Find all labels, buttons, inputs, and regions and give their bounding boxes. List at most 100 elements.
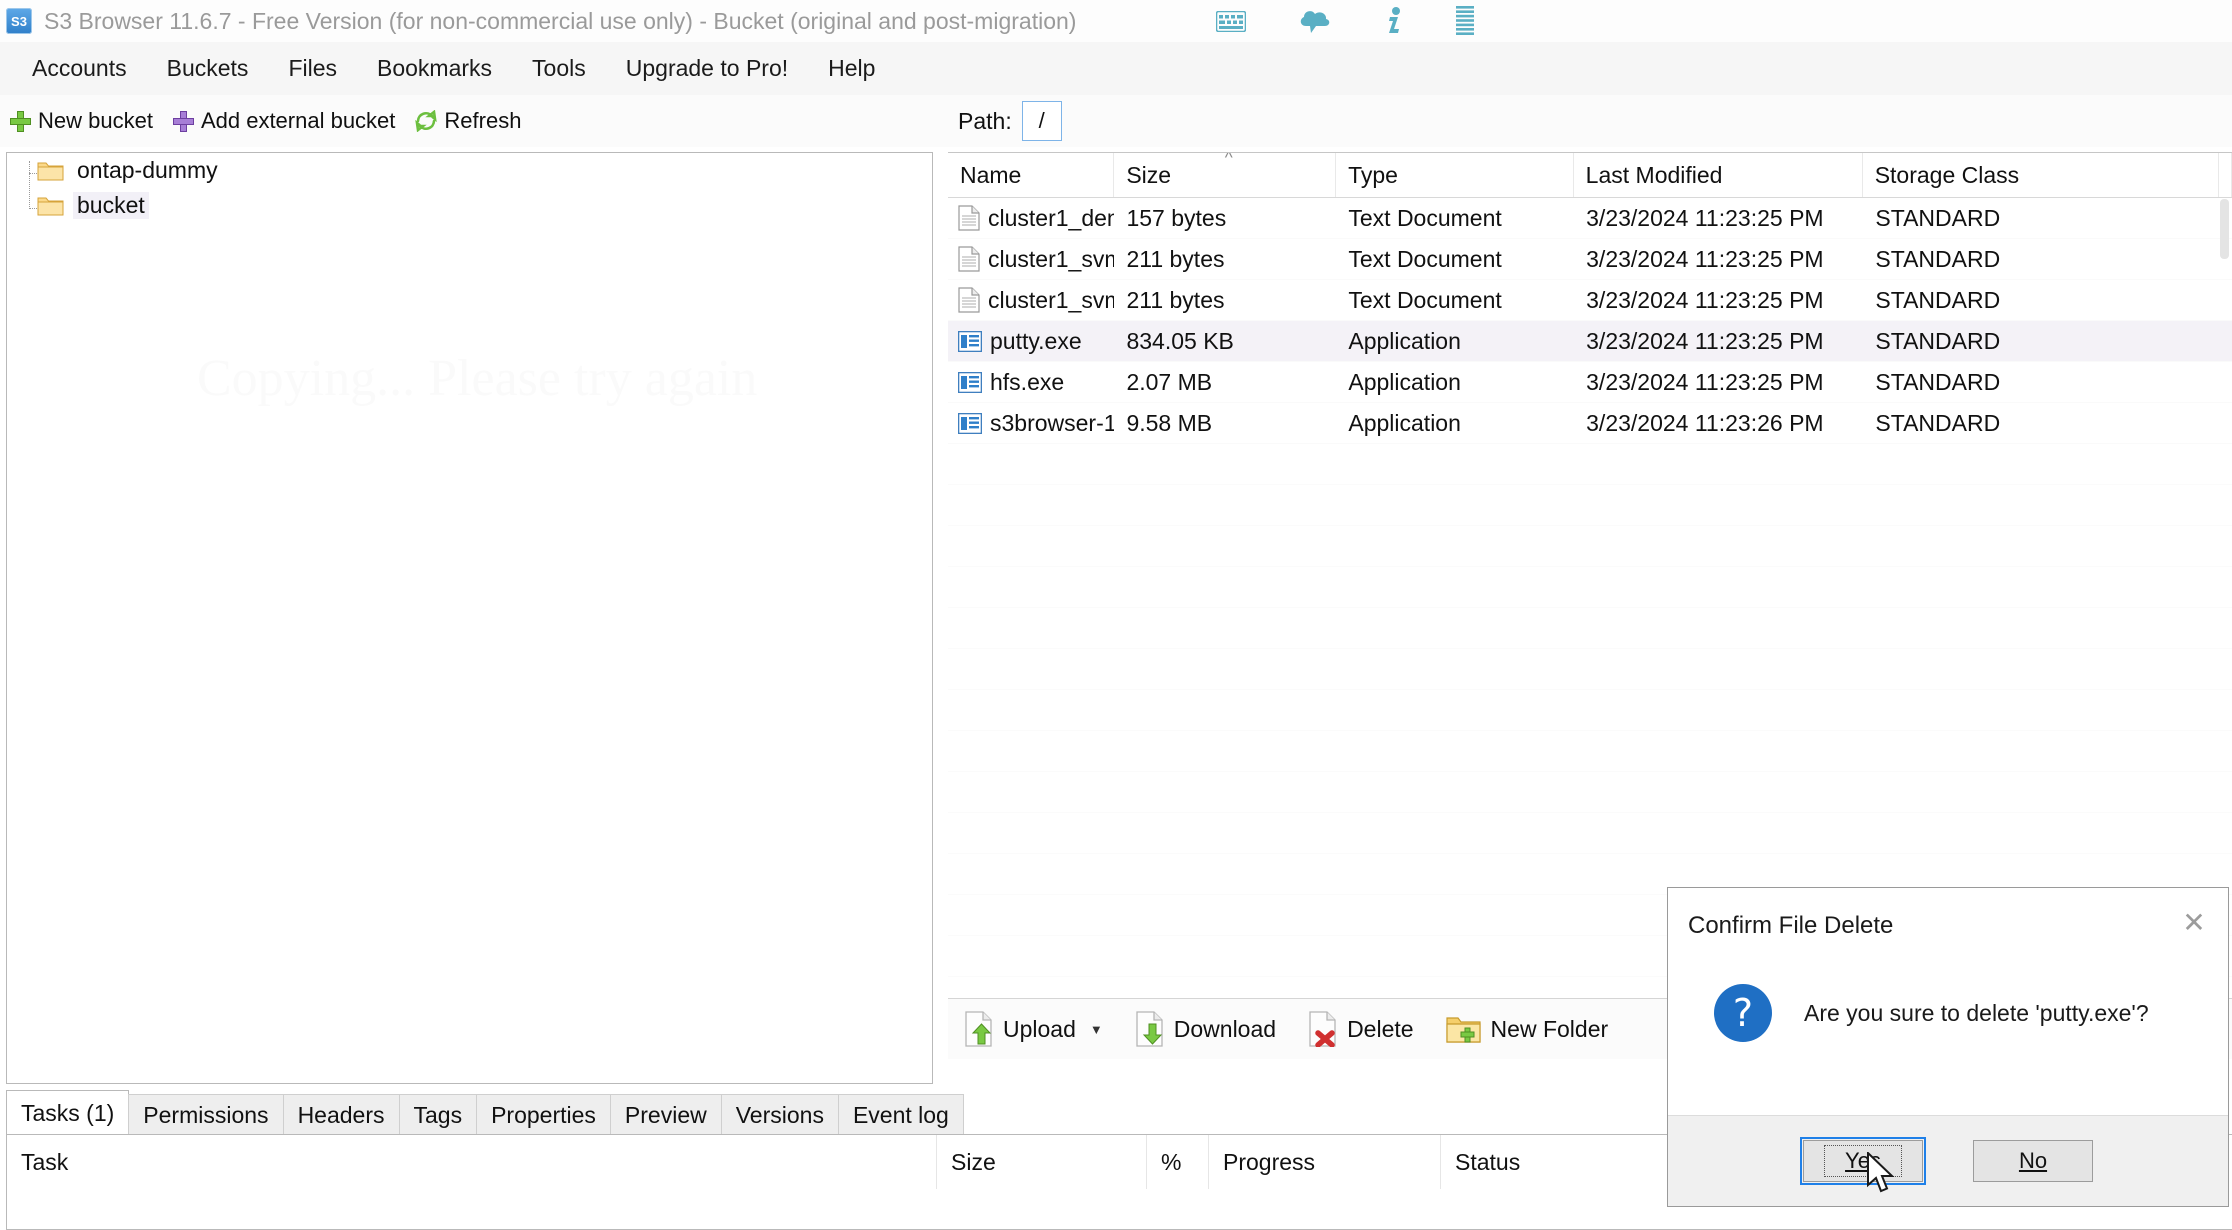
empty-row bbox=[948, 567, 2232, 608]
cloud-icon[interactable] bbox=[1298, 7, 1332, 35]
table-row[interactable]: s3browser-11... 9.58 MB Application 3/23/20… bbox=[948, 403, 2232, 444]
menu-item-tools[interactable]: Tools bbox=[516, 51, 602, 86]
list-icon[interactable] bbox=[1456, 6, 1474, 36]
upload-button[interactable]: Upload ▼ bbox=[948, 1011, 1119, 1047]
add-external-bucket-label: Add external bucket bbox=[200, 108, 396, 133]
cell-name: cluster1_svm... bbox=[948, 246, 1114, 273]
table-row[interactable]: cluster1_dem... 157 bytes Text Document 3/2… bbox=[948, 198, 2232, 239]
empty-row bbox=[948, 690, 2232, 731]
cell-size: 211 bytes bbox=[1126, 245, 1225, 272]
new-bucket-button[interactable]: New bucket bbox=[0, 106, 163, 136]
menu-item-help[interactable]: Help bbox=[812, 51, 891, 86]
tab-headers[interactable]: Headers bbox=[282, 1094, 400, 1135]
refresh-icon bbox=[415, 109, 438, 133]
cell-name: cluster1_dem... bbox=[948, 205, 1114, 232]
tab-properties[interactable]: Properties bbox=[476, 1094, 611, 1135]
cell-storage-class: STANDARD bbox=[1875, 286, 2001, 313]
table-row[interactable]: putty.exe 834.05 KB Application 3/23/2024 1… bbox=[948, 321, 2232, 362]
table-row[interactable]: hfs.exe 2.07 MB Application 3/23/2024 11:23… bbox=[948, 362, 2232, 403]
keyboard-icon[interactable] bbox=[1216, 10, 1246, 32]
delete-icon bbox=[1308, 1011, 1338, 1048]
file-list[interactable]: Name ^ Size Type Last Modified Storage C… bbox=[948, 152, 2232, 997]
file-name: hfs.exe bbox=[990, 368, 1065, 395]
column-header-type[interactable]: Type bbox=[1336, 153, 1574, 197]
add-external-bucket-button[interactable]: Add external bucket bbox=[163, 106, 405, 136]
cell-size: 157 bytes bbox=[1126, 204, 1227, 231]
file-list-header: Name ^ Size Type Last Modified Storage C… bbox=[948, 153, 2232, 198]
delete-label: Delete bbox=[1347, 1015, 1414, 1042]
column-header-filler bbox=[2219, 153, 2232, 197]
application-icon bbox=[957, 371, 983, 393]
menu-item-files[interactable]: Files bbox=[272, 51, 353, 86]
title-bar-icons bbox=[1216, 6, 1474, 36]
cell-size: 211 bytes bbox=[1126, 286, 1225, 313]
plus-purple-icon bbox=[172, 110, 194, 132]
empty-row bbox=[948, 444, 2232, 485]
table-row[interactable]: cluster1_svm... 211 bytes Text Document 3/2… bbox=[948, 280, 2232, 321]
path-label: Path: bbox=[958, 107, 1012, 134]
window-title: S3 Browser 11.6.7 - Free Version (for no… bbox=[44, 7, 1077, 34]
cell-name: s3browser-11... bbox=[948, 410, 1114, 437]
task-column-task[interactable]: Task bbox=[7, 1135, 937, 1189]
yes-button[interactable]: Yes bbox=[1800, 1137, 1926, 1185]
cell-size: 834.05 KB bbox=[1126, 327, 1234, 354]
confirm-file-delete-dialog: Confirm File Delete ✕ ? Are you sure to … bbox=[1667, 887, 2229, 1207]
path-input[interactable]: / bbox=[1021, 101, 1062, 141]
cell-name: cluster1_svm... bbox=[948, 287, 1114, 314]
column-header-size-label: Size bbox=[1126, 161, 1172, 188]
upload-label: Upload bbox=[1003, 1015, 1076, 1042]
new-folder-icon bbox=[1445, 1015, 1482, 1044]
task-column-progress[interactable]: Progress bbox=[1209, 1135, 1441, 1189]
path-bar: Path: / bbox=[948, 95, 2232, 147]
cell-type: Text Document bbox=[1348, 204, 1502, 231]
application-icon bbox=[957, 412, 983, 434]
plus-green-icon bbox=[10, 110, 31, 132]
task-column-size[interactable]: Size bbox=[937, 1135, 1147, 1189]
close-icon[interactable]: ✕ bbox=[2174, 904, 2214, 940]
menu-item-buckets[interactable]: Buckets bbox=[151, 51, 265, 86]
column-header-last-modified[interactable]: Last Modified bbox=[1574, 153, 1863, 197]
empty-row bbox=[948, 526, 2232, 567]
column-header-name[interactable]: Name bbox=[948, 153, 1115, 197]
tab-preview[interactable]: Preview bbox=[609, 1094, 722, 1135]
menu-item-bookmarks[interactable]: Bookmarks bbox=[361, 51, 508, 86]
tab-tags[interactable]: Tags bbox=[398, 1094, 478, 1135]
delete-button[interactable]: Delete bbox=[1292, 1011, 1429, 1048]
file-name: cluster1_svm... bbox=[988, 286, 1114, 313]
new-folder-button[interactable]: New Folder bbox=[1430, 1015, 1625, 1044]
cell-last-modified: 3/23/2024 11:23:25 PM bbox=[1586, 286, 1824, 313]
title-bar: S3 S3 Browser 11.6.7 - Free Version (for… bbox=[0, 0, 2232, 42]
bucket-toolbar: New bucket Add external bucket Refresh bbox=[0, 95, 950, 147]
chevron-down-icon[interactable]: ▼ bbox=[1090, 1022, 1103, 1037]
empty-row bbox=[948, 485, 2232, 526]
tab-tasks[interactable]: Tasks (1) bbox=[6, 1090, 130, 1135]
tab-versions[interactable]: Versions bbox=[720, 1094, 839, 1135]
column-header-size[interactable]: ^ Size bbox=[1114, 153, 1337, 197]
no-button[interactable]: No bbox=[1973, 1140, 2093, 1182]
cell-type: Application bbox=[1348, 368, 1461, 395]
cell-storage-class: STANDARD bbox=[1875, 204, 2001, 231]
bucket-tree-panel[interactable]: ontap-dummy bucket Copying... Please try… bbox=[6, 152, 933, 1084]
menu-item-accounts[interactable]: Accounts bbox=[16, 51, 143, 86]
file-list-scrollbar[interactable] bbox=[2220, 199, 2229, 259]
text-document-icon bbox=[958, 287, 980, 313]
cell-type: Text Document bbox=[1348, 245, 1502, 272]
s3-browser-window: S3 S3 Browser 11.6.7 - Free Version (for… bbox=[0, 0, 2232, 1230]
table-row[interactable]: cluster1_svm... 211 bytes Text Document 3/2… bbox=[948, 239, 2232, 280]
dialog-body: ? Are you sure to delete 'putty.exe'? bbox=[1668, 984, 2228, 1042]
info-icon[interactable] bbox=[1384, 6, 1404, 36]
folder-icon bbox=[37, 195, 64, 217]
dialog-footer: Yes No bbox=[1668, 1115, 2228, 1206]
empty-row bbox=[948, 813, 2232, 854]
tree-item-ontap-dummy[interactable]: ontap-dummy bbox=[7, 153, 932, 188]
refresh-button[interactable]: Refresh bbox=[405, 106, 531, 136]
cell-size: 9.58 MB bbox=[1126, 409, 1213, 436]
tree-item-bucket[interactable]: bucket bbox=[7, 188, 932, 223]
tab-event-log[interactable]: Event log bbox=[837, 1094, 964, 1135]
download-button[interactable]: Download bbox=[1119, 1011, 1292, 1047]
task-column-percent[interactable]: % bbox=[1147, 1135, 1209, 1189]
tab-permissions[interactable]: Permissions bbox=[128, 1094, 284, 1135]
column-header-storage-class[interactable]: Storage Class bbox=[1863, 153, 2219, 197]
menu-item-upgrade-to-pro[interactable]: Upgrade to Pro! bbox=[610, 51, 804, 86]
menu-bar: Accounts Buckets Files Bookmarks Tools U… bbox=[0, 42, 2232, 96]
